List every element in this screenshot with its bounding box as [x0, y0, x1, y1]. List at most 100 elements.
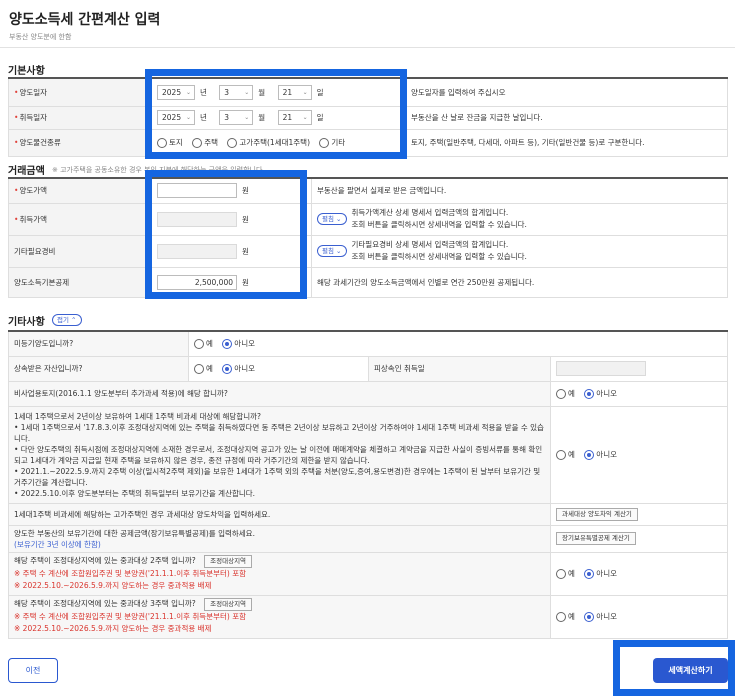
page-title: 양도소득세 간편계산 입력 — [9, 12, 161, 28]
two-house-cell: 해당 주택이 조정대상지역에 있는 중과대상 2주택 입니까? 조정대상지역 ※… — [8, 551, 551, 596]
three-house-yes-radio[interactable]: 예 — [556, 611, 575, 622]
highlight-box-amounts — [145, 170, 307, 299]
unregistered-no-radio[interactable]: 아니오 — [222, 338, 255, 349]
three-house-options: 예 아니오 — [549, 594, 729, 639]
acquire-date-desc: 부동산을 산 날로 잔금을 지급한 날입니다. — [405, 105, 728, 130]
inherited-label: 상속받은 자산입니까? — [8, 355, 189, 382]
label-cell: •취득가액 — [8, 202, 152, 236]
acquire-price-expand-button[interactable]: 펼침 ⌄ — [317, 213, 347, 225]
row-inherited: 상속받은 자산입니까? 예 아니오 피상속인 취득일 — [8, 355, 729, 382]
transfer-price-desc: 부동산을 팔면서 실제로 받은 금액입니다. — [311, 177, 728, 204]
basic-deduction-label: 양도소득기본공제 — [14, 277, 70, 287]
long-term-calculator-button[interactable]: 장기보유특별공제 계산기 — [556, 532, 636, 545]
non-business-land-options: 예 아니오 — [549, 380, 729, 407]
radio-circle-selected — [222, 363, 233, 374]
unregistered-options: 예 아니오 — [187, 330, 729, 357]
three-house-no-radio[interactable]: 아니오 — [584, 611, 617, 622]
inherited-yes-radio[interactable]: 예 — [194, 363, 213, 374]
three-house-cell: 해당 주택이 조정대상지역에 있는 중과대상 3주택 입니까? 조정대상지역 ※… — [8, 594, 551, 639]
three-house-question: 해당 주택이 조정대상지역에 있는 중과대상 3주택 입니까? — [14, 599, 196, 608]
three-house-warning-1: ※ 주택 수 계산에 조합원입주권 및 분양권('21.1.1.이후 취득분부터… — [14, 612, 247, 621]
page-subtitle: 부동산 양도분에 한함 — [9, 33, 72, 41]
long-term-sub: (보유기간 3년 이상에 한함) — [14, 539, 101, 549]
label-cell: 기타필요경비 — [8, 234, 152, 268]
one-house-no-radio[interactable]: 아니오 — [584, 449, 617, 460]
row-basic-deduction: 양도소득기본공제 2,500,000 원 해당 과세기간의 양도소득금액에서 인별… — [8, 266, 728, 298]
decedent-date-input — [556, 361, 646, 376]
two-house-yes-radio[interactable]: 예 — [556, 568, 575, 579]
required-mark: • — [14, 138, 19, 147]
long-term-cell: 양도한 부동산의 보유기간에 대한 공제금액(장기보유특별공제)를 입력하세요.… — [8, 524, 551, 553]
other-expense-expand-button[interactable]: 펼침 ⌄ — [317, 245, 347, 257]
calculate-tax-button[interactable]: 세액계산하기 — [653, 658, 728, 683]
required-mark: • — [14, 186, 19, 196]
one-house-cell: 1세대 1주택으로서 2년이상 보유하여 1세대 1주택 비과세 대상에 해당합… — [8, 405, 551, 504]
required-mark: • — [14, 113, 19, 122]
radio-circle — [194, 338, 204, 349]
other-table: 미등기양도입니까? 예 아니오 상속받은 자산입니까? 예 아니오 피상속인 취… — [8, 330, 729, 639]
acquire-price-desc-cell: 펼침 ⌄ 취득가액계산 상세 명세서 입력금액의 합계입니다. 조회 버튼을 클… — [311, 202, 728, 236]
two-house-region-button[interactable]: 조정대상지역 — [204, 555, 253, 568]
transfer-date-desc: 양도일자를 입력하여 주십시오 — [405, 77, 728, 107]
unregistered-yes-radio[interactable]: 예 — [194, 338, 213, 349]
long-term-label: 양도한 부동산의 보유기간에 대한 공제금액(장기보유특별공제)를 입력하세요. — [14, 528, 255, 538]
row-one-house: 1세대 1주택으로서 2년이상 보유하여 1세대 1주택 비과세 대상에 해당합… — [8, 405, 729, 504]
radio-circle — [556, 611, 566, 622]
decedent-date-cell — [549, 355, 729, 382]
acquire-price-label: 취득가액 — [19, 214, 48, 224]
section-title-other: 기타사항 — [8, 317, 45, 328]
two-house-question: 해당 주택이 조정대상지역에 있는 중과대상 2주택 입니까? — [14, 556, 196, 565]
three-house-region-button[interactable]: 조정대상지역 — [204, 598, 253, 611]
other-expense-label: 기타필요경비 — [14, 246, 56, 256]
required-mark: • — [14, 87, 19, 97]
unregistered-label: 미등기양도입니까? — [8, 330, 189, 357]
non-business-no-radio[interactable]: 아니오 — [584, 388, 617, 399]
other-collapse-button[interactable]: 접기 ⌃ — [52, 314, 82, 326]
inherited-no-radio[interactable]: 아니오 — [222, 363, 255, 374]
label-cell: •취득일자 — [8, 105, 152, 130]
two-house-options: 예 아니오 — [549, 551, 729, 596]
property-type-desc: 토지, 주택(일반주택, 다세대, 아파트 등), 기타(일반건물 등)로 구분… — [405, 128, 728, 157]
label-cell: •양도일자 — [8, 77, 152, 107]
one-house-bullet-2: • 다만 양도주택의 취득시점에 조정대상지역에 소재한 경우로서, 조정대상지… — [14, 444, 543, 465]
other-expense-desc1: 기타필요경비 상세 명세서 입력금액의 합계입니다. — [351, 240, 509, 249]
other-expense-desc-cell: 펼침 ⌄ 기타필요경비 상세 명세서 입력금액의 합계입니다. 조회 버튼을 클… — [311, 234, 728, 268]
label-cell: 양도소득기본공제 — [8, 266, 152, 298]
prev-button[interactable]: 이전 — [8, 658, 58, 683]
high-price-calculator-button[interactable]: 과세대상 양도차익 계산기 — [556, 507, 638, 521]
transfer-price-label: 양도가액 — [19, 186, 48, 196]
radio-circle-selected — [584, 568, 595, 579]
row-other-expense: 기타필요경비 원 펼침 ⌄ 기타필요경비 상세 명세서 입력금액의 합계입니다.… — [8, 234, 728, 268]
row-transfer-price: •양도가액 원 부동산을 팔면서 실제로 받은 금액입니다. — [8, 177, 728, 204]
three-house-question-line: 해당 주택이 조정대상지역에 있는 중과대상 3주택 입니까? 조정대상지역 — [14, 598, 545, 611]
section-title-amount: 거래금액 — [8, 166, 45, 177]
two-house-question-line: 해당 주택이 조정대상지역에 있는 중과대상 2주택 입니까? 조정대상지역 — [14, 555, 545, 568]
radio-circle-selected — [222, 338, 233, 349]
non-business-yes-radio[interactable]: 예 — [556, 388, 575, 399]
row-long-term: 양도한 부동산의 보유기간에 대한 공제금액(장기보유특별공제)를 입력하세요.… — [8, 524, 729, 553]
label-cell: •양도가액 — [8, 177, 152, 204]
one-house-yes-radio[interactable]: 예 — [556, 449, 575, 460]
one-house-question: 1세대 1주택으로서 2년이상 보유하여 1세대 1주택 비과세 대상에 해당합… — [14, 411, 262, 421]
high-price-cell: 과세대상 양도차익 계산기 — [549, 502, 729, 526]
two-house-warning-2: ※ 2022.5.10.~2026.5.9.까지 양도하는 경우 중과적용 배제 — [14, 581, 212, 590]
non-business-land-label: 비사업용토지(2016.1.1 양도분부터 추가과세 적용)에 해당 합니까? — [8, 380, 551, 407]
three-house-warning-2: ※ 2022.5.10.~2026.5.9.까지 양도하는 경우 중과적용 배제 — [14, 624, 212, 633]
transfer-date-label: 양도일자 — [19, 87, 48, 97]
radio-circle — [556, 388, 566, 399]
decedent-date-label: 피상속인 취득일 — [368, 355, 551, 382]
two-house-no-radio[interactable]: 아니오 — [584, 568, 617, 579]
chevron-down-icon: ⌄ — [336, 247, 342, 255]
radio-circle — [194, 363, 204, 374]
amount-table: •양도가액 원 부동산을 팔면서 실제로 받은 금액입니다. •취득가액 원 펼… — [8, 177, 728, 298]
high-price-label: 1세대1주택 비과세에 해당하는 고가주택인 경우 과세대상 양도차익을 입력하… — [8, 502, 551, 526]
one-house-options: 예 아니오 — [549, 405, 729, 504]
label-cell: •양도물건종류 — [8, 128, 152, 157]
radio-circle — [556, 449, 566, 460]
row-high-price: 1세대1주택 비과세에 해당하는 고가주택인 경우 과세대상 양도차익을 입력하… — [8, 502, 729, 526]
section-title-basic: 기본사항 — [8, 66, 45, 77]
radio-circle-selected — [584, 611, 595, 622]
other-expense-desc2: 조회 버튼을 클릭하시면 상세내역을 입력할 수 있습니다. — [351, 252, 527, 261]
required-mark: • — [14, 214, 19, 224]
long-term-button-cell: 장기보유특별공제 계산기 — [549, 524, 729, 553]
